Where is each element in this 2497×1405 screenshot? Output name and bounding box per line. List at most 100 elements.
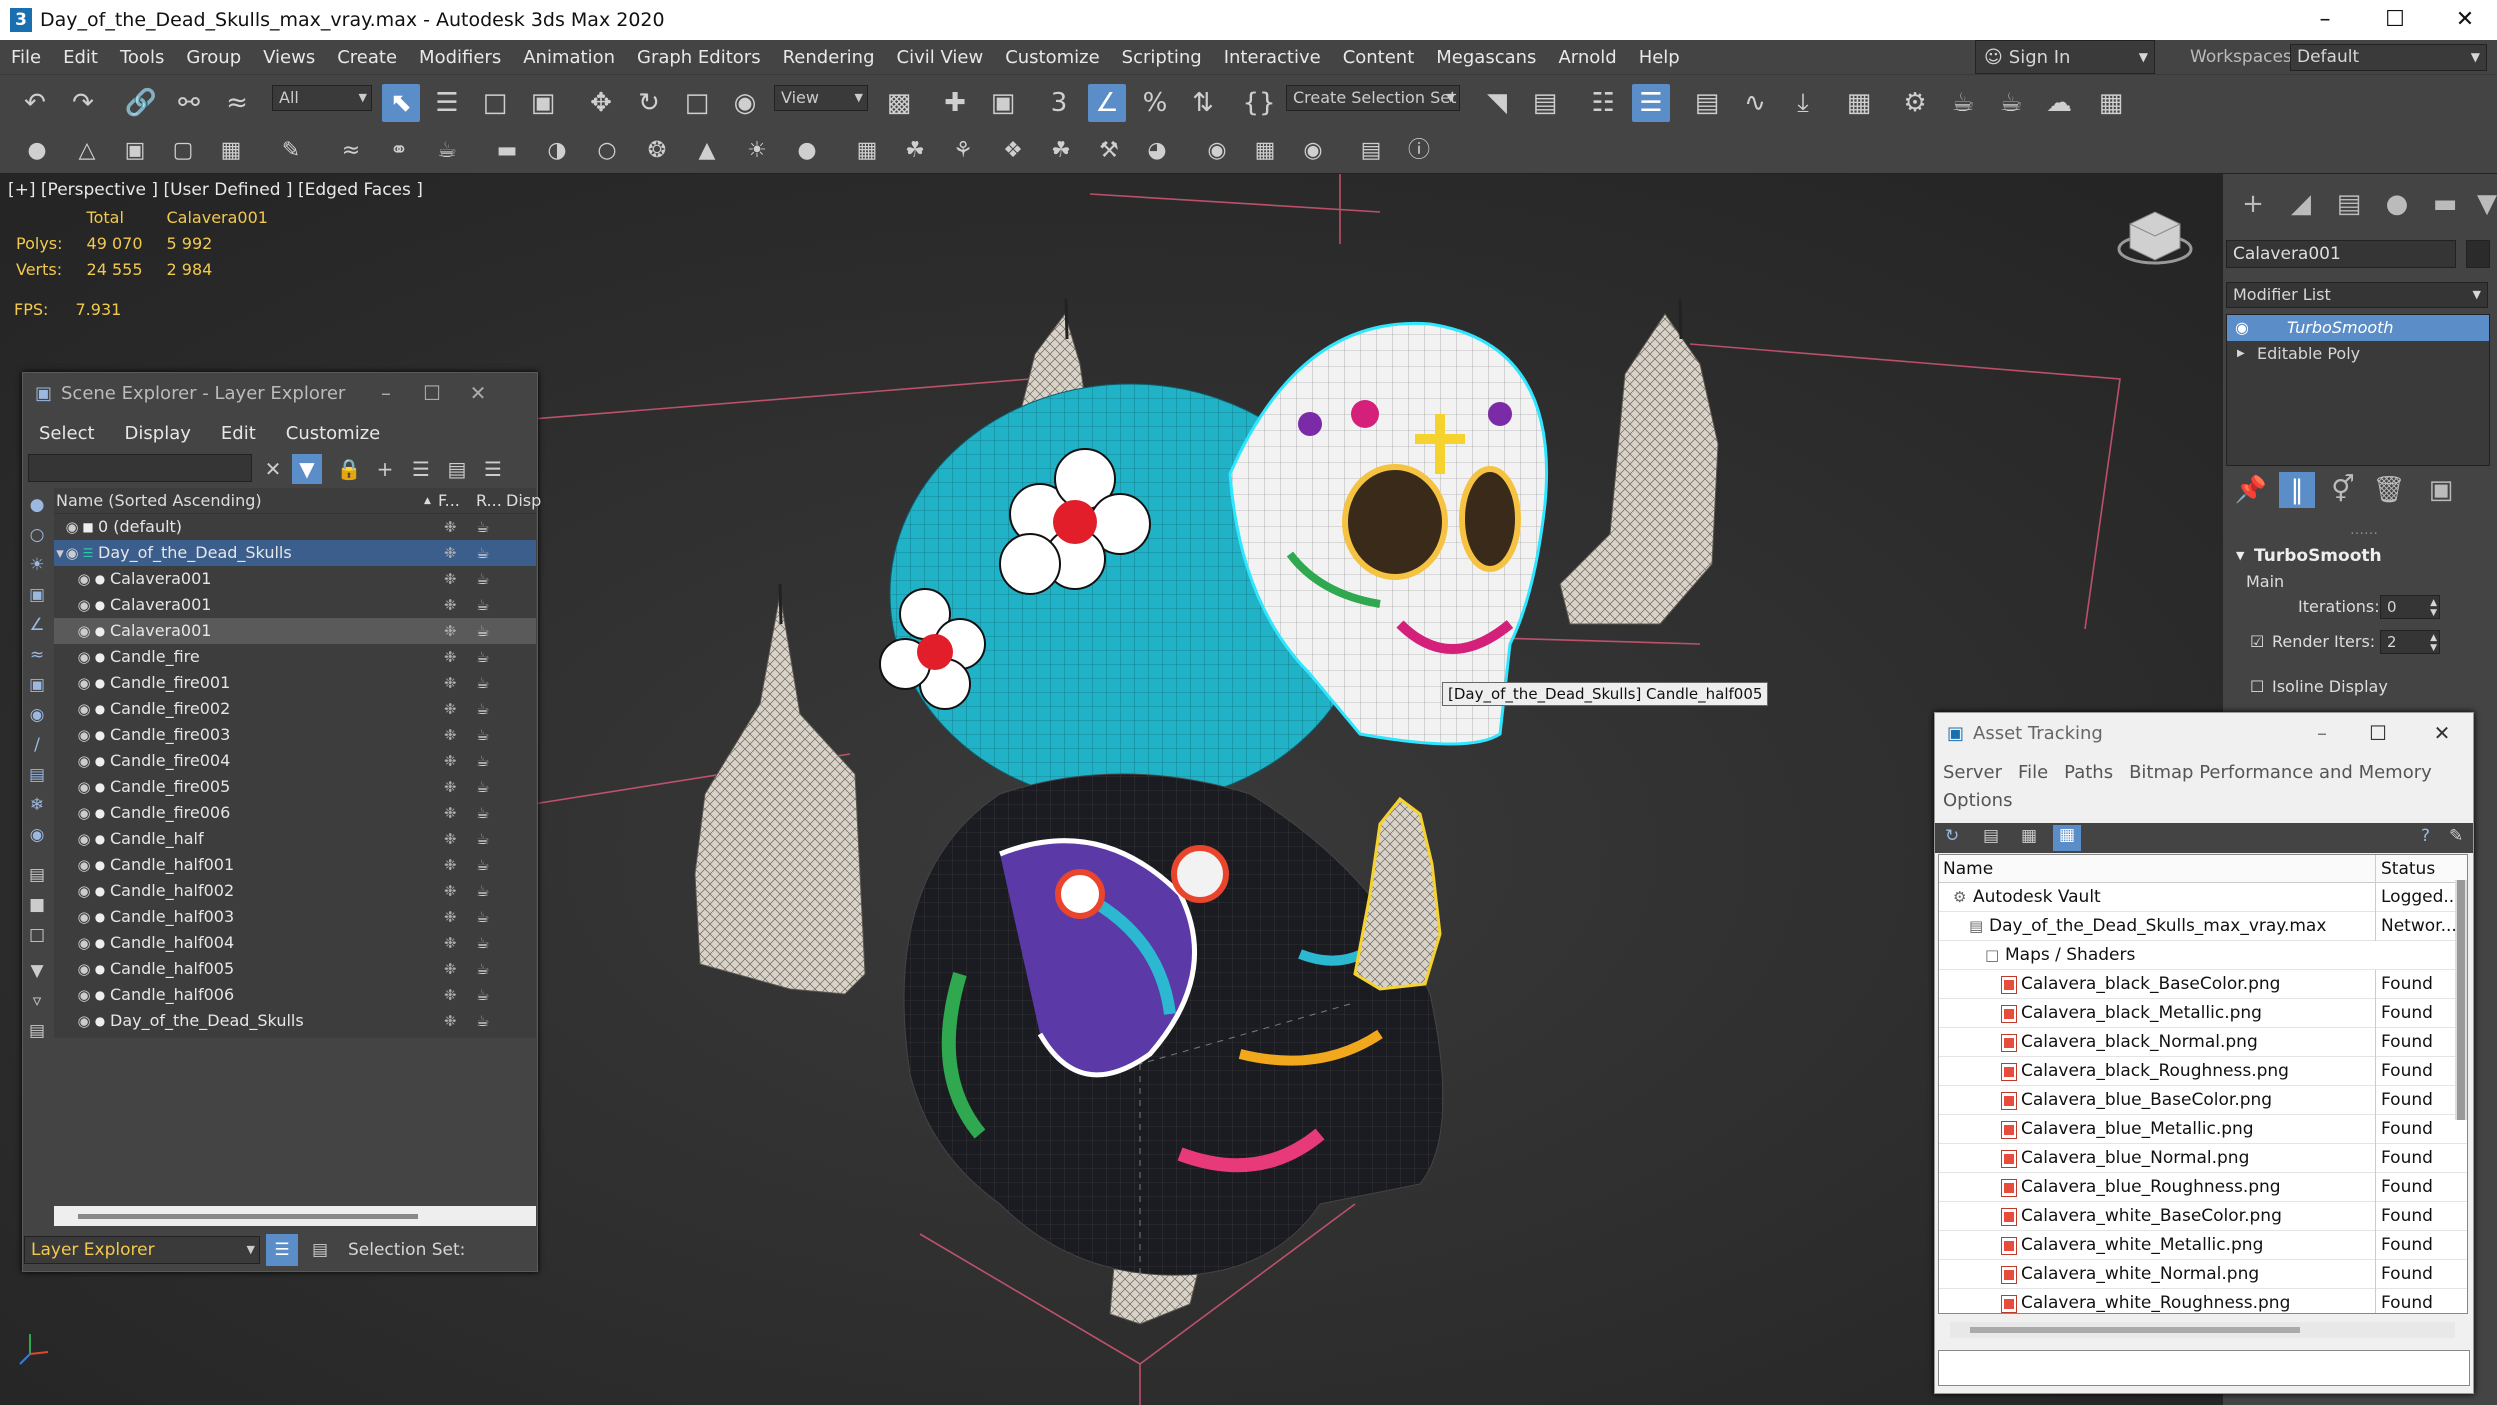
menu-interactive[interactable]: Interactive — [1213, 47, 1332, 68]
menu-bitmap-performance[interactable]: Bitmap Performance and Memory — [2129, 759, 2432, 787]
column-name-header[interactable]: Name (Sorted Ascending) — [56, 488, 262, 514]
hierarchy-icon[interactable]: ▤ — [442, 454, 472, 484]
render-iters-spinner[interactable]: 2 ▲ ▼ — [2380, 630, 2440, 654]
fur-icon[interactable]: ▦ — [852, 133, 882, 169]
scrollbar-thumb[interactable] — [1970, 1327, 2300, 1333]
scene-explorer-row[interactable]: ◉ ● Candle_fire ❉ ☕ — [54, 644, 536, 670]
iterations-spinner[interactable]: 0 ▲ ▼ — [2380, 595, 2440, 619]
menu-civil-view[interactable]: Civil View — [886, 47, 995, 68]
freeze-toggle-icon[interactable]: ❉ — [444, 566, 457, 592]
layer-stack-icon[interactable]: ☰ — [266, 1234, 298, 1266]
toolbox-icon[interactable]: ⚒ — [1094, 133, 1124, 169]
column-name-header[interactable]: Name — [1943, 855, 1993, 883]
column-status-header[interactable]: Status — [2375, 855, 2435, 883]
filter-icon[interactable]: ▼ — [292, 454, 322, 484]
freeze-toggle-icon[interactable]: ❉ — [444, 930, 457, 956]
asset-row[interactable]: □ Maps / Shaders — [1939, 941, 2467, 970]
knot-icon[interactable]: ⚭ — [384, 133, 414, 169]
workspace-select[interactable]: Default ▼ — [2290, 44, 2487, 71]
render-toggle-icon[interactable]: ☕ — [476, 878, 489, 904]
reference-coordinate-dropdown[interactable]: View ▼ — [774, 85, 868, 111]
scene-explorer-row[interactable]: ◉ ● Candle_half005 ❉ ☕ — [54, 956, 536, 982]
configure-modifier-sets-icon[interactable]: ▣ — [2423, 472, 2459, 508]
scene-explorer-row[interactable]: ◉ ● Calavera001 ❉ ☕ — [54, 592, 536, 618]
bind-space-warp-icon[interactable]: ≈ — [218, 84, 256, 122]
panel-divider-grip[interactable]: …… — [2350, 522, 2378, 538]
freeze-toggle-icon[interactable]: ❉ — [444, 800, 457, 826]
scene-explorer-titlebar[interactable]: ▣ Scene Explorer - Layer Explorer – ☐ ✕ — [23, 373, 537, 413]
expand-arrow-icon[interactable]: ▶ — [2237, 341, 2245, 367]
menu-server[interactable]: Server — [1943, 759, 2002, 787]
mirror-icon[interactable]: ◥ — [1478, 84, 1516, 122]
pin-stack-icon[interactable]: 📌 — [2233, 472, 2269, 508]
scrollbar-thumb[interactable] — [78, 1214, 418, 1219]
asset-horizontal-scrollbar[interactable] — [1950, 1322, 2455, 1338]
render-toggle-icon[interactable]: ☕ — [476, 774, 489, 800]
freeze-toggle-icon[interactable]: ❉ — [444, 618, 457, 644]
object-color-swatch[interactable] — [2466, 240, 2490, 268]
find-field[interactable] — [28, 454, 252, 482]
freeze-toggle-icon[interactable]: ❉ — [444, 514, 457, 540]
asset-row[interactable]: Calavera_blue_Metallic.png Found — [1939, 1115, 2467, 1144]
proxy-icon[interactable]: ☘ — [900, 133, 930, 169]
particles-filter-icon[interactable]: ❄ — [24, 792, 50, 818]
list-view-icon[interactable]: ▤ — [24, 862, 50, 888]
stack-item-editable-poly[interactable]: ▶ Editable Poly — [2227, 341, 2489, 367]
eye-icon[interactable]: ◉ — [74, 826, 94, 852]
freeze-toggle-icon[interactable]: ❉ — [444, 852, 457, 878]
freeze-toggle-icon[interactable]: ❉ — [444, 904, 457, 930]
physical-camera-icon[interactable]: ⚘ — [948, 133, 978, 169]
scene-explorer-row[interactable]: ◉ ● Candle_fire001 ❉ ☕ — [54, 670, 536, 696]
bones-filter-icon[interactable]: ∕ — [24, 732, 50, 758]
freeze-toggle-icon[interactable]: ❉ — [444, 696, 457, 722]
eye-icon[interactable]: ◉ — [62, 540, 82, 566]
menu-options[interactable]: Options — [1943, 787, 2012, 815]
wave-icon[interactable]: ≈ — [336, 133, 366, 169]
frame-buffer-icon[interactable]: ▦ — [1250, 133, 1280, 169]
sphere-icon[interactable]: ● — [22, 133, 52, 169]
undo-icon[interactable]: ↶ — [16, 84, 54, 122]
object-name-field[interactable]: Calavera001 — [2226, 240, 2456, 268]
asset-row[interactable]: ⚙ Autodesk Vault Logged... — [1939, 883, 2467, 912]
scene-explorer-row[interactable]: ◉ ● Candle_half ❉ ☕ — [54, 826, 536, 852]
menu-animation[interactable]: Animation — [512, 47, 626, 68]
spinner-snap-icon[interactable]: ⇅ — [1184, 84, 1222, 122]
eye-icon[interactable]: ◉ — [62, 514, 82, 540]
motion-tab-icon[interactable]: ● — [2379, 186, 2415, 222]
window-crossing-icon[interactable]: ▣ — [524, 84, 562, 122]
scene-explorer-row[interactable]: ◉ ● Candle_fire004 ❉ ☕ — [54, 748, 536, 774]
link-icon[interactable]: 🔗 — [122, 84, 160, 122]
menu-file[interactable]: File — [0, 47, 52, 68]
display-tab-icon[interactable]: ▬ — [2427, 186, 2463, 222]
ribbon-toggle-icon[interactable]: ▤ — [1688, 84, 1726, 122]
details-icon[interactable]: ▦ — [2021, 826, 2037, 846]
edit-named-selection-icon[interactable]: {} — [1240, 84, 1278, 122]
clear-search-icon[interactable]: ✕ — [258, 454, 288, 484]
list-icon[interactable]: ▤ — [1983, 826, 1999, 846]
percent-snap-icon[interactable]: % — [1136, 84, 1174, 122]
close-button[interactable]: ✕ — [2430, 0, 2497, 40]
menu-help[interactable]: Help — [1628, 47, 1691, 68]
hierarchy-tab-icon[interactable]: ▤ — [2331, 186, 2367, 222]
menu-content[interactable]: Content — [1332, 47, 1426, 68]
scene-explorer-row[interactable]: ◉ ● Candle_fire006 ❉ ☕ — [54, 800, 536, 826]
eye-icon[interactable]: ◉ — [2235, 315, 2249, 341]
redo-icon[interactable]: ↷ — [64, 84, 102, 122]
menu-paths[interactable]: Paths — [2064, 759, 2113, 787]
eye-icon[interactable]: ◉ — [74, 878, 94, 904]
viewport-label[interactable]: [+] [Perspective ] [User Defined ] [Edge… — [8, 180, 423, 200]
menu-select[interactable]: Select — [23, 423, 109, 444]
add-layer-icon[interactable]: + — [370, 454, 400, 484]
groups-filter-icon[interactable]: ▣ — [24, 672, 50, 698]
freeze-toggle-icon[interactable]: ❉ — [444, 644, 457, 670]
render-production-icon[interactable]: ☕ — [1992, 84, 2030, 122]
render-toggle-icon[interactable]: ☕ — [476, 514, 489, 540]
render-toggle-icon[interactable]: ☕ — [476, 540, 489, 566]
rectangle-light-icon[interactable]: ▬ — [492, 133, 522, 169]
sphere-light-icon[interactable]: ○ — [592, 133, 622, 169]
freeze-toggle-icon[interactable]: ❉ — [444, 878, 457, 904]
globe-icon[interactable]: ◉ — [1202, 133, 1232, 169]
render-toggle-icon[interactable]: ☕ — [476, 696, 489, 722]
freeze-toggle-icon[interactable]: ❉ — [444, 1008, 457, 1034]
lights-filter-icon[interactable]: ☀ — [24, 552, 50, 578]
